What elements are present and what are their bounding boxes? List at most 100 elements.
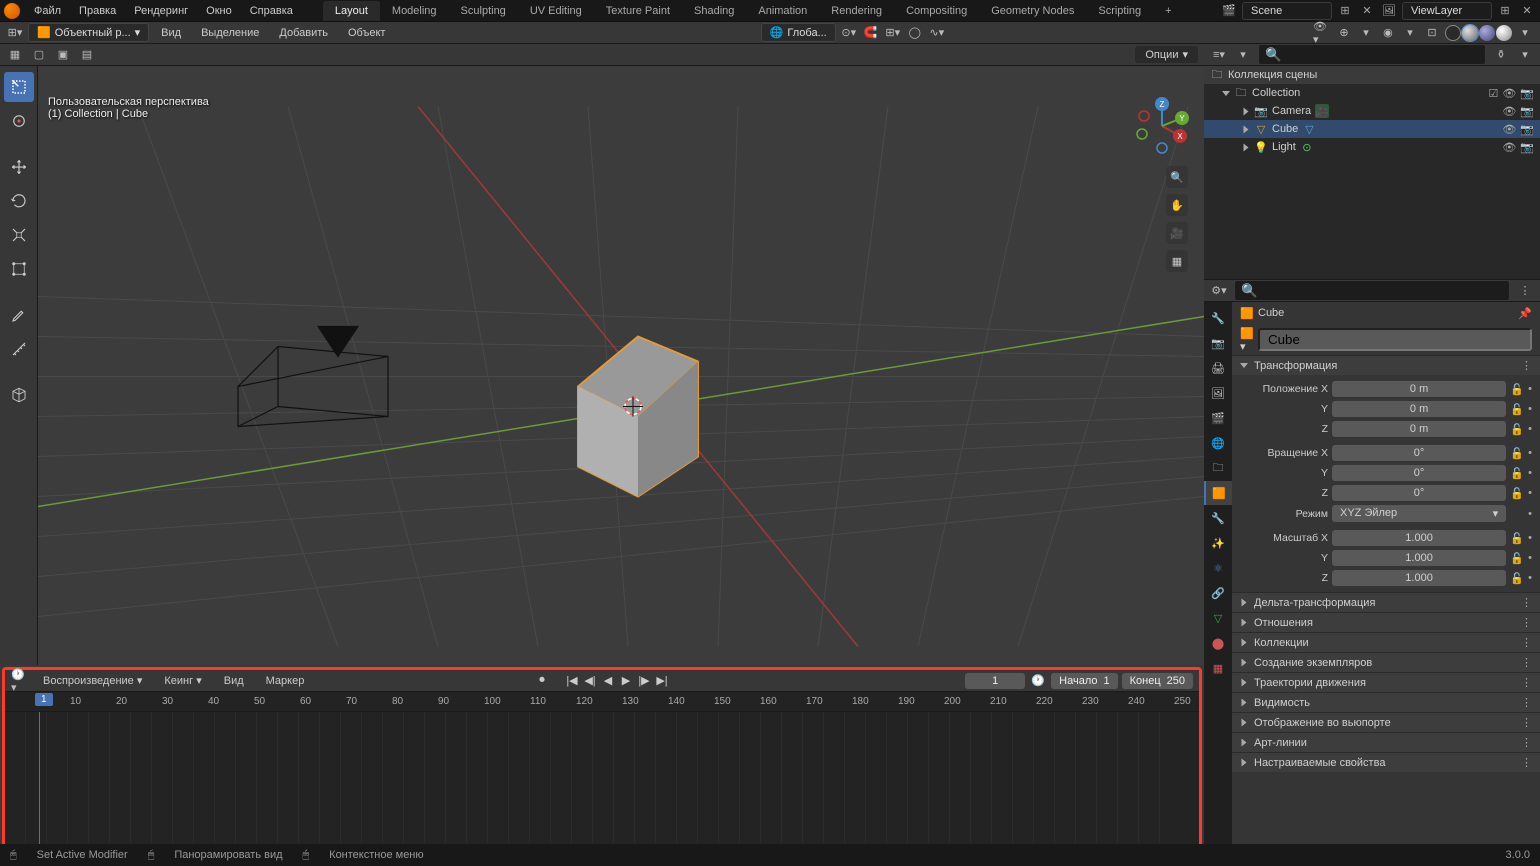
snap-icon[interactable]: 🧲 bbox=[862, 24, 880, 42]
header-object[interactable]: Объект bbox=[340, 24, 393, 42]
section-collections[interactable]: Коллекции⋮ bbox=[1232, 632, 1540, 652]
mode-dropdown[interactable]: 🟧 Объектный р... ▾ bbox=[28, 23, 149, 42]
rotation-y-field[interactable]: 0° bbox=[1332, 465, 1506, 481]
header-view[interactable]: Вид bbox=[153, 24, 189, 42]
tab-physics[interactable]: ⚛ bbox=[1204, 556, 1232, 580]
lock-icon[interactable]: 🔓 bbox=[1510, 467, 1524, 480]
tab-data[interactable]: ▽ bbox=[1204, 606, 1232, 630]
disable-render-icon[interactable]: 📷 bbox=[1520, 105, 1534, 118]
scene-browse-icon[interactable]: 🎬 bbox=[1220, 2, 1238, 20]
tab-constraints[interactable]: 🔗 bbox=[1204, 581, 1232, 605]
lock-icon[interactable]: 🔓 bbox=[1510, 572, 1524, 585]
position-x-field[interactable]: 0 m bbox=[1332, 381, 1506, 397]
properties-search-input[interactable] bbox=[1234, 280, 1510, 301]
lock-icon[interactable]: 🔓 bbox=[1510, 487, 1524, 500]
tool-cursor[interactable] bbox=[4, 106, 34, 136]
section-options-icon[interactable]: ⋮ bbox=[1521, 636, 1532, 649]
keyframe-next-icon[interactable]: |▶ bbox=[636, 673, 652, 689]
animate-icon[interactable]: • bbox=[1528, 403, 1532, 415]
disclosure-triangle-icon[interactable] bbox=[1244, 107, 1249, 115]
preview-range-icon[interactable]: 🕐 bbox=[1029, 672, 1047, 690]
rotation-mode-dropdown[interactable]: XYZ Эйлер▾ bbox=[1332, 505, 1506, 522]
jump-end-icon[interactable]: ▶| bbox=[654, 673, 670, 689]
playhead-marker[interactable]: 1 bbox=[35, 693, 53, 706]
tab-particles[interactable]: ✨ bbox=[1204, 531, 1232, 555]
section-instancing[interactable]: Создание экземпляров⋮ bbox=[1232, 652, 1540, 672]
shading-wireframe[interactable] bbox=[1445, 25, 1461, 41]
section-delta[interactable]: Дельта-трансформация⋮ bbox=[1232, 592, 1540, 612]
overlay-toggle-icon[interactable]: ◉ bbox=[1379, 24, 1397, 42]
orientation-dropdown[interactable]: 🌐 Глоба... bbox=[761, 23, 836, 42]
tab-object[interactable]: 🟧 bbox=[1204, 481, 1232, 505]
disclosure-triangle-icon[interactable] bbox=[1244, 143, 1249, 151]
current-frame-field[interactable]: 1 bbox=[965, 673, 1025, 689]
hide-viewport-icon[interactable]: 👁 bbox=[1502, 123, 1516, 136]
play-icon[interactable]: ▶ bbox=[618, 673, 634, 689]
outliner-new-collection-icon[interactable]: ▾ bbox=[1516, 46, 1534, 64]
animate-icon[interactable]: • bbox=[1528, 423, 1532, 435]
menu-file[interactable]: Файл bbox=[26, 2, 69, 20]
timeline-ruler[interactable]: 1 10203040506070809010011012013014015016… bbox=[5, 692, 1199, 712]
tool-rotate[interactable] bbox=[4, 186, 34, 216]
visibility-icon[interactable]: 👁▾ bbox=[1313, 24, 1331, 42]
position-y-field[interactable]: 0 m bbox=[1332, 401, 1506, 417]
header-add[interactable]: Добавить bbox=[271, 24, 336, 42]
select-mode-2-icon[interactable]: ▢ bbox=[30, 46, 48, 64]
object-name-field[interactable] bbox=[1258, 328, 1532, 351]
section-options-icon[interactable]: ⋮ bbox=[1521, 656, 1532, 669]
menu-edit[interactable]: Правка bbox=[71, 2, 124, 20]
outliner-light-row[interactable]: 💡 Light ⊙ 👁 📷 bbox=[1204, 138, 1540, 156]
options-button[interactable]: Опции ▾ bbox=[1135, 46, 1198, 63]
lock-icon[interactable]: 🔓 bbox=[1510, 447, 1524, 460]
section-relations[interactable]: Отношения⋮ bbox=[1232, 612, 1540, 632]
disable-render-icon[interactable]: 📷 bbox=[1520, 87, 1534, 100]
timeline-view-menu[interactable]: Вид bbox=[216, 672, 252, 690]
editor-type-icon[interactable]: ⊞▾ bbox=[6, 24, 24, 42]
disable-render-icon[interactable]: 📷 bbox=[1520, 141, 1534, 154]
tab-add[interactable]: + bbox=[1153, 1, 1183, 21]
header-select[interactable]: Выделение bbox=[193, 24, 267, 42]
tool-add-cube[interactable] bbox=[4, 380, 34, 410]
section-options-icon[interactable]: ⋮ bbox=[1521, 596, 1532, 609]
lock-icon[interactable]: 🔓 bbox=[1510, 532, 1524, 545]
section-lineart[interactable]: Арт-линии⋮ bbox=[1232, 732, 1540, 752]
section-viewport-display[interactable]: Отображение во вьюпорте⋮ bbox=[1232, 712, 1540, 732]
gizmo-options-icon[interactable]: ▾ bbox=[1357, 24, 1375, 42]
keyframe-prev-icon[interactable]: ◀| bbox=[582, 673, 598, 689]
outliner-filter-icon[interactable]: ⚱ bbox=[1492, 46, 1510, 64]
section-motion-paths[interactable]: Траектории движения⋮ bbox=[1232, 672, 1540, 692]
animate-icon[interactable]: • bbox=[1528, 467, 1532, 479]
pin-icon[interactable]: 📌 bbox=[1518, 307, 1532, 320]
viewlayer-field[interactable]: ViewLayer bbox=[1402, 2, 1492, 20]
viewport-3d[interactable]: Пользовательская перспектива (1) Collect… bbox=[38, 66, 1204, 665]
tab-tool[interactable]: 🔧 bbox=[1204, 306, 1232, 330]
position-z-field[interactable]: 0 m bbox=[1332, 421, 1506, 437]
jump-start-icon[interactable]: |◀ bbox=[564, 673, 580, 689]
section-options-icon[interactable]: ⋮ bbox=[1521, 359, 1532, 372]
tool-select-box[interactable] bbox=[4, 72, 34, 102]
tab-scene[interactable]: 🎬 bbox=[1204, 406, 1232, 430]
rotation-x-field[interactable]: 0° bbox=[1332, 445, 1506, 461]
tab-modifiers[interactable]: 🔧 bbox=[1204, 506, 1232, 530]
overlay-options-icon[interactable]: ▾ bbox=[1401, 24, 1419, 42]
tab-output[interactable]: 🖨 bbox=[1204, 356, 1232, 380]
autokey-icon[interactable]: ⏺ bbox=[534, 673, 550, 689]
hide-viewport-icon[interactable]: 👁 bbox=[1502, 105, 1516, 118]
tab-compositing[interactable]: Compositing bbox=[894, 1, 979, 21]
select-mode-4-icon[interactable]: ▤ bbox=[78, 46, 96, 64]
proportional-falloff-icon[interactable]: ∿▾ bbox=[928, 24, 946, 42]
play-reverse-icon[interactable]: ◀ bbox=[600, 673, 616, 689]
pan-icon[interactable]: ✋ bbox=[1166, 194, 1188, 216]
zoom-icon[interactable]: 🔍 bbox=[1166, 166, 1188, 188]
select-mode-1-icon[interactable]: ▦ bbox=[6, 46, 24, 64]
tool-measure[interactable] bbox=[4, 334, 34, 364]
outliner-search-input[interactable] bbox=[1258, 44, 1486, 65]
scale-z-field[interactable]: 1.000 bbox=[1332, 570, 1506, 586]
proportional-icon[interactable]: ◯ bbox=[906, 24, 924, 42]
section-options-icon[interactable]: ⋮ bbox=[1521, 756, 1532, 769]
navigation-gizmo[interactable]: X Y Z bbox=[1132, 96, 1192, 156]
tab-collection[interactable]: 🗀 bbox=[1204, 456, 1232, 480]
timeline-editor-icon[interactable]: 🕐▾ bbox=[11, 672, 29, 690]
menu-window[interactable]: Окно bbox=[198, 2, 240, 20]
tab-geonodes[interactable]: Geometry Nodes bbox=[979, 1, 1086, 21]
